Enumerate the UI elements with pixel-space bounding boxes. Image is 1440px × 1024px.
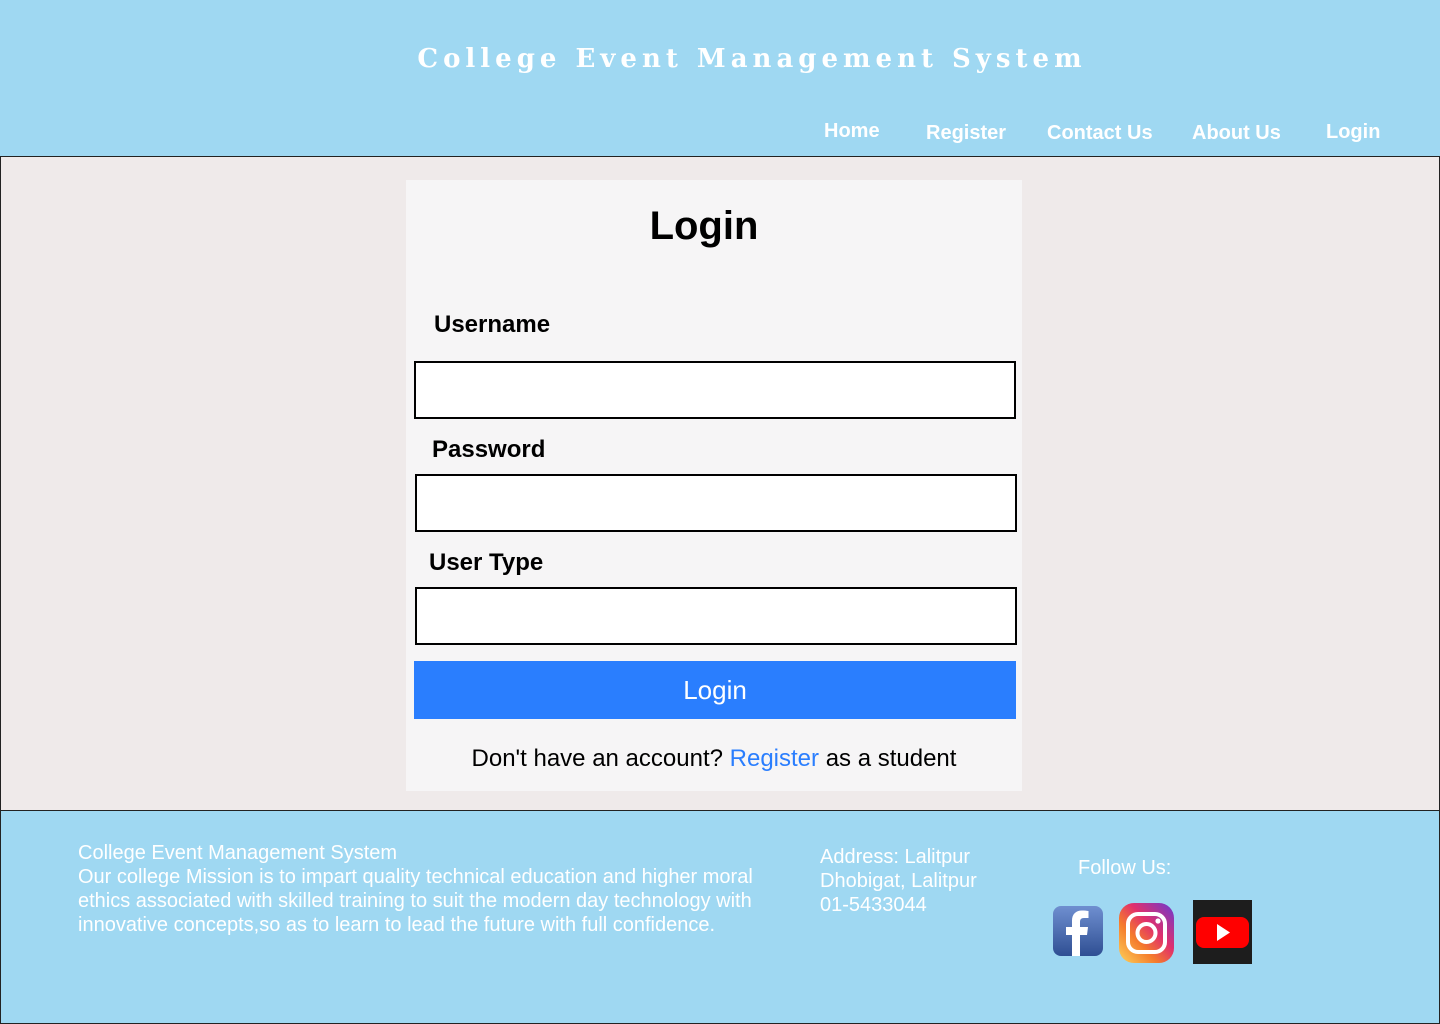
user-type-input[interactable] [415, 587, 1017, 645]
footer-about-text: Our college Mission is to impart quality… [78, 866, 753, 936]
user-type-label: User Type [429, 549, 544, 576]
site-header: College Event Management System Home Reg… [0, 0, 1440, 160]
register-suffix-text: as a student [825, 745, 957, 772]
nav-contact-us-link[interactable]: Contact Us [1047, 122, 1153, 145]
nav-home-link[interactable]: Home [824, 120, 880, 143]
instagram-icon[interactable] [1118, 901, 1175, 965]
site-title: College Event Management System [417, 44, 1087, 74]
nav-login-link[interactable]: Login [1326, 121, 1380, 144]
footer-about: College Event Management System Our coll… [78, 841, 778, 937]
register-prompt-text: Don't have an account? [471, 745, 723, 772]
nav-register-link[interactable]: Register [926, 122, 1006, 145]
username-input[interactable] [414, 361, 1016, 419]
login-title: Login [649, 204, 759, 248]
site-footer: College Event Management System Our coll… [0, 810, 1440, 1024]
register-prompt: Don't have an account? Register as a stu… [406, 745, 1022, 773]
main-nav: Home Register Contact Us About Us Login [0, 120, 1440, 150]
follow-us-label: Follow Us: [1078, 857, 1172, 879]
address-line-2: Dhobigat, Lalitpur [820, 870, 977, 892]
register-link[interactable]: Register [730, 745, 819, 772]
login-button[interactable]: Login [414, 661, 1016, 719]
password-label: Password [432, 436, 546, 463]
username-label: Username [434, 311, 551, 338]
footer-about-title: College Event Management System [78, 842, 398, 864]
address-line-1: Address: Lalitpur [820, 846, 971, 868]
login-card: Login Username Password User Type Login … [406, 180, 1022, 791]
footer-address: Address: Lalitpur Dhobigat, Lalitpur 01-… [820, 845, 977, 917]
phone-number: 01-5433044 [820, 894, 927, 916]
nav-about-us-link[interactable]: About Us [1192, 122, 1281, 145]
youtube-icon[interactable] [1193, 900, 1252, 964]
facebook-icon[interactable] [1052, 905, 1104, 957]
password-input[interactable] [415, 474, 1017, 532]
